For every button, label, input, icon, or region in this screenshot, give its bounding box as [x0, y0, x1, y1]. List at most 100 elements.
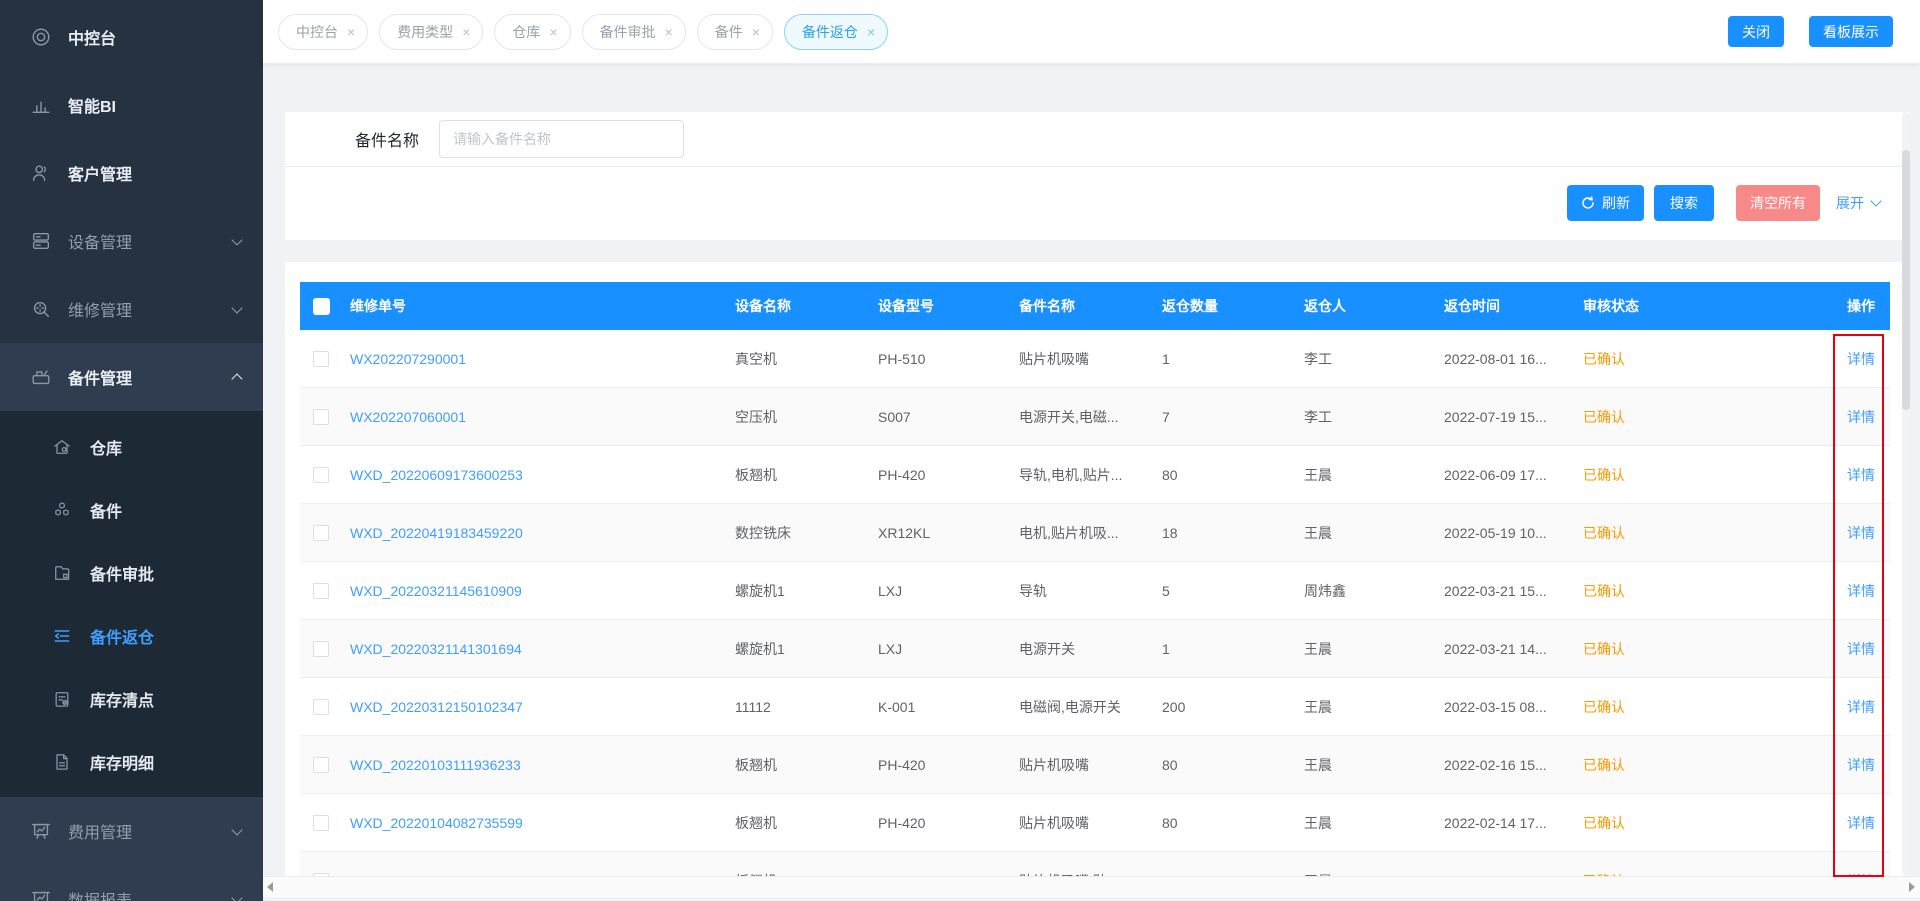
- device-model: S007: [878, 409, 1019, 425]
- detail-link[interactable]: 详情: [1783, 813, 1890, 833]
- row-checkbox[interactable]: [313, 641, 329, 657]
- submenu-item-stockdetail[interactable]: 库存明细: [0, 730, 263, 793]
- stockdetail-icon: [52, 752, 72, 772]
- sidebar-item-spareparts[interactable]: 备件管理: [0, 343, 263, 411]
- row-checkbox[interactable]: [313, 583, 329, 599]
- sidebar-item-report[interactable]: 数据报表: [0, 865, 263, 901]
- repair-order-link[interactable]: WX202207290001: [350, 351, 735, 367]
- close-icon[interactable]: ×: [347, 25, 355, 39]
- repair-order-link[interactable]: WX202207060001: [350, 409, 735, 425]
- sidebar-item-devices[interactable]: 设备管理: [0, 207, 263, 275]
- close-button[interactable]: 关闭: [1728, 16, 1784, 47]
- customers-icon: [30, 162, 52, 184]
- part-name: 导轨: [1019, 581, 1162, 601]
- clear-all-button[interactable]: 清空所有: [1736, 185, 1820, 221]
- audit-status: 已确认: [1583, 349, 1783, 369]
- warehouse-icon: [52, 437, 72, 457]
- search-button[interactable]: 搜索: [1654, 185, 1714, 221]
- tab-chip[interactable]: 仓库×: [494, 14, 570, 50]
- row-checkbox[interactable]: [313, 757, 329, 773]
- device-model: PH-510: [878, 351, 1019, 367]
- tab-chip[interactable]: 备件×: [697, 14, 773, 50]
- return-time: 2022-02-14 17...: [1444, 815, 1583, 831]
- column-header: 返仓数量: [1162, 296, 1304, 316]
- row-checkbox[interactable]: [313, 815, 329, 831]
- submenu-item-warehouse[interactable]: 仓库: [0, 415, 263, 478]
- detail-link[interactable]: 详情: [1783, 407, 1890, 427]
- repair-order-link[interactable]: WXD_20220312150102347: [350, 699, 735, 715]
- close-icon[interactable]: ×: [867, 25, 875, 39]
- device-name: 板翘机: [735, 813, 878, 833]
- tab-chip[interactable]: 费用类型×: [379, 14, 483, 50]
- topbar-buttons: 关闭 看板展示: [1728, 16, 1893, 47]
- repair-order-link[interactable]: WXD_20220321145610909: [350, 583, 735, 599]
- sidebar-item-repair[interactable]: 维修管理: [0, 275, 263, 343]
- submenu-item-stockcount[interactable]: 库存清点: [0, 667, 263, 730]
- table-row: WXD_20220103111936233板翘机PH-420贴片机吸嘴80王晨2…: [300, 736, 1890, 794]
- return-qty: 80: [1162, 815, 1304, 831]
- return-person: 周炜鑫: [1304, 581, 1444, 601]
- return-qty: 80: [1162, 757, 1304, 773]
- detail-link[interactable]: 详情: [1783, 697, 1890, 717]
- refresh-button[interactable]: 刷新: [1567, 185, 1644, 221]
- tab-chip[interactable]: 备件审批×: [582, 14, 686, 50]
- sidebar-item-console[interactable]: 中控台: [0, 3, 263, 71]
- row-checkbox[interactable]: [313, 525, 329, 541]
- detail-link[interactable]: 详情: [1783, 639, 1890, 659]
- table-header-row: 维修单号设备名称设备型号备件名称返仓数量返仓人返仓时间审核状态操作: [300, 282, 1890, 330]
- close-icon[interactable]: ×: [665, 25, 673, 39]
- devices-icon: [30, 230, 52, 252]
- close-icon[interactable]: ×: [752, 25, 760, 39]
- sidebar-item-bi[interactable]: 智能BI: [0, 71, 263, 139]
- submenu-item-approval[interactable]: 备件审批: [0, 541, 263, 604]
- audit-status: 已确认: [1583, 523, 1783, 543]
- tab-chip[interactable]: 备件返仓×: [784, 14, 888, 50]
- detail-link[interactable]: 详情: [1783, 523, 1890, 543]
- row-checkbox[interactable]: [313, 467, 329, 483]
- vertical-scrollbar-thumb[interactable]: [1902, 150, 1910, 410]
- repair-order-link[interactable]: WXD_20220103111936233: [350, 757, 735, 773]
- console-icon: [30, 26, 52, 48]
- row-checkbox[interactable]: [313, 351, 329, 367]
- table-card: 维修单号设备名称设备型号备件名称返仓数量返仓人返仓时间审核状态操作 WX2022…: [285, 262, 1910, 897]
- vertical-scrollbar[interactable]: [1902, 112, 1910, 876]
- column-header: 返仓人: [1304, 296, 1444, 316]
- device-name: 板翘机: [735, 465, 878, 485]
- audit-status: 已确认: [1583, 697, 1783, 717]
- audit-status: 已确认: [1583, 581, 1783, 601]
- app-window: 中控台智能BI客户管理设备管理维修管理备件管理仓库备件备件审批备件返仓库存清点库…: [0, 0, 1920, 901]
- sidebar-item-customers[interactable]: 客户管理: [0, 139, 263, 207]
- close-icon[interactable]: ×: [462, 25, 470, 39]
- part-name-input[interactable]: [439, 120, 684, 158]
- row-checkbox[interactable]: [313, 409, 329, 425]
- detail-link[interactable]: 详情: [1783, 581, 1890, 601]
- column-header: 返仓时间: [1444, 296, 1583, 316]
- row-checkbox[interactable]: [313, 699, 329, 715]
- sidebar-item-expense[interactable]: 费用管理: [0, 797, 263, 865]
- expand-toggle[interactable]: 展开: [1836, 193, 1880, 213]
- audit-status: 已确认: [1583, 813, 1783, 833]
- scroll-right-arrow-icon[interactable]: [1909, 882, 1915, 892]
- device-name: 螺旋机1: [735, 639, 878, 659]
- repair-order-link[interactable]: WXD_20220104082735599: [350, 815, 735, 831]
- detail-link[interactable]: 详情: [1783, 755, 1890, 775]
- return-person: 王晨: [1304, 523, 1444, 543]
- scroll-left-arrow-icon[interactable]: [267, 882, 273, 892]
- detail-link[interactable]: 详情: [1783, 349, 1890, 369]
- submenu-item-return[interactable]: 备件返仓: [0, 604, 263, 667]
- close-icon[interactable]: ×: [549, 25, 557, 39]
- horizontal-scrollbar[interactable]: [263, 876, 1920, 897]
- repair-order-link[interactable]: WXD_20220321141301694: [350, 641, 735, 657]
- open-tab-chips: 中控台× 费用类型× 仓库× 备件审批× 备件× 备件返仓×: [278, 14, 888, 50]
- board-display-button[interactable]: 看板展示: [1809, 16, 1893, 47]
- expense-icon: [30, 820, 52, 842]
- device-model: PH-420: [878, 757, 1019, 773]
- column-header: 操作: [1783, 296, 1890, 316]
- submenu-item-parts[interactable]: 备件: [0, 478, 263, 541]
- tab-chip[interactable]: 中控台×: [278, 14, 368, 50]
- select-all-checkbox[interactable]: [313, 298, 330, 315]
- return-time: 2022-03-21 15...: [1444, 583, 1583, 599]
- repair-order-link[interactable]: WXD_20220419183459220: [350, 525, 735, 541]
- detail-link[interactable]: 详情: [1783, 465, 1890, 485]
- repair-order-link[interactable]: WXD_20220609173600253: [350, 467, 735, 483]
